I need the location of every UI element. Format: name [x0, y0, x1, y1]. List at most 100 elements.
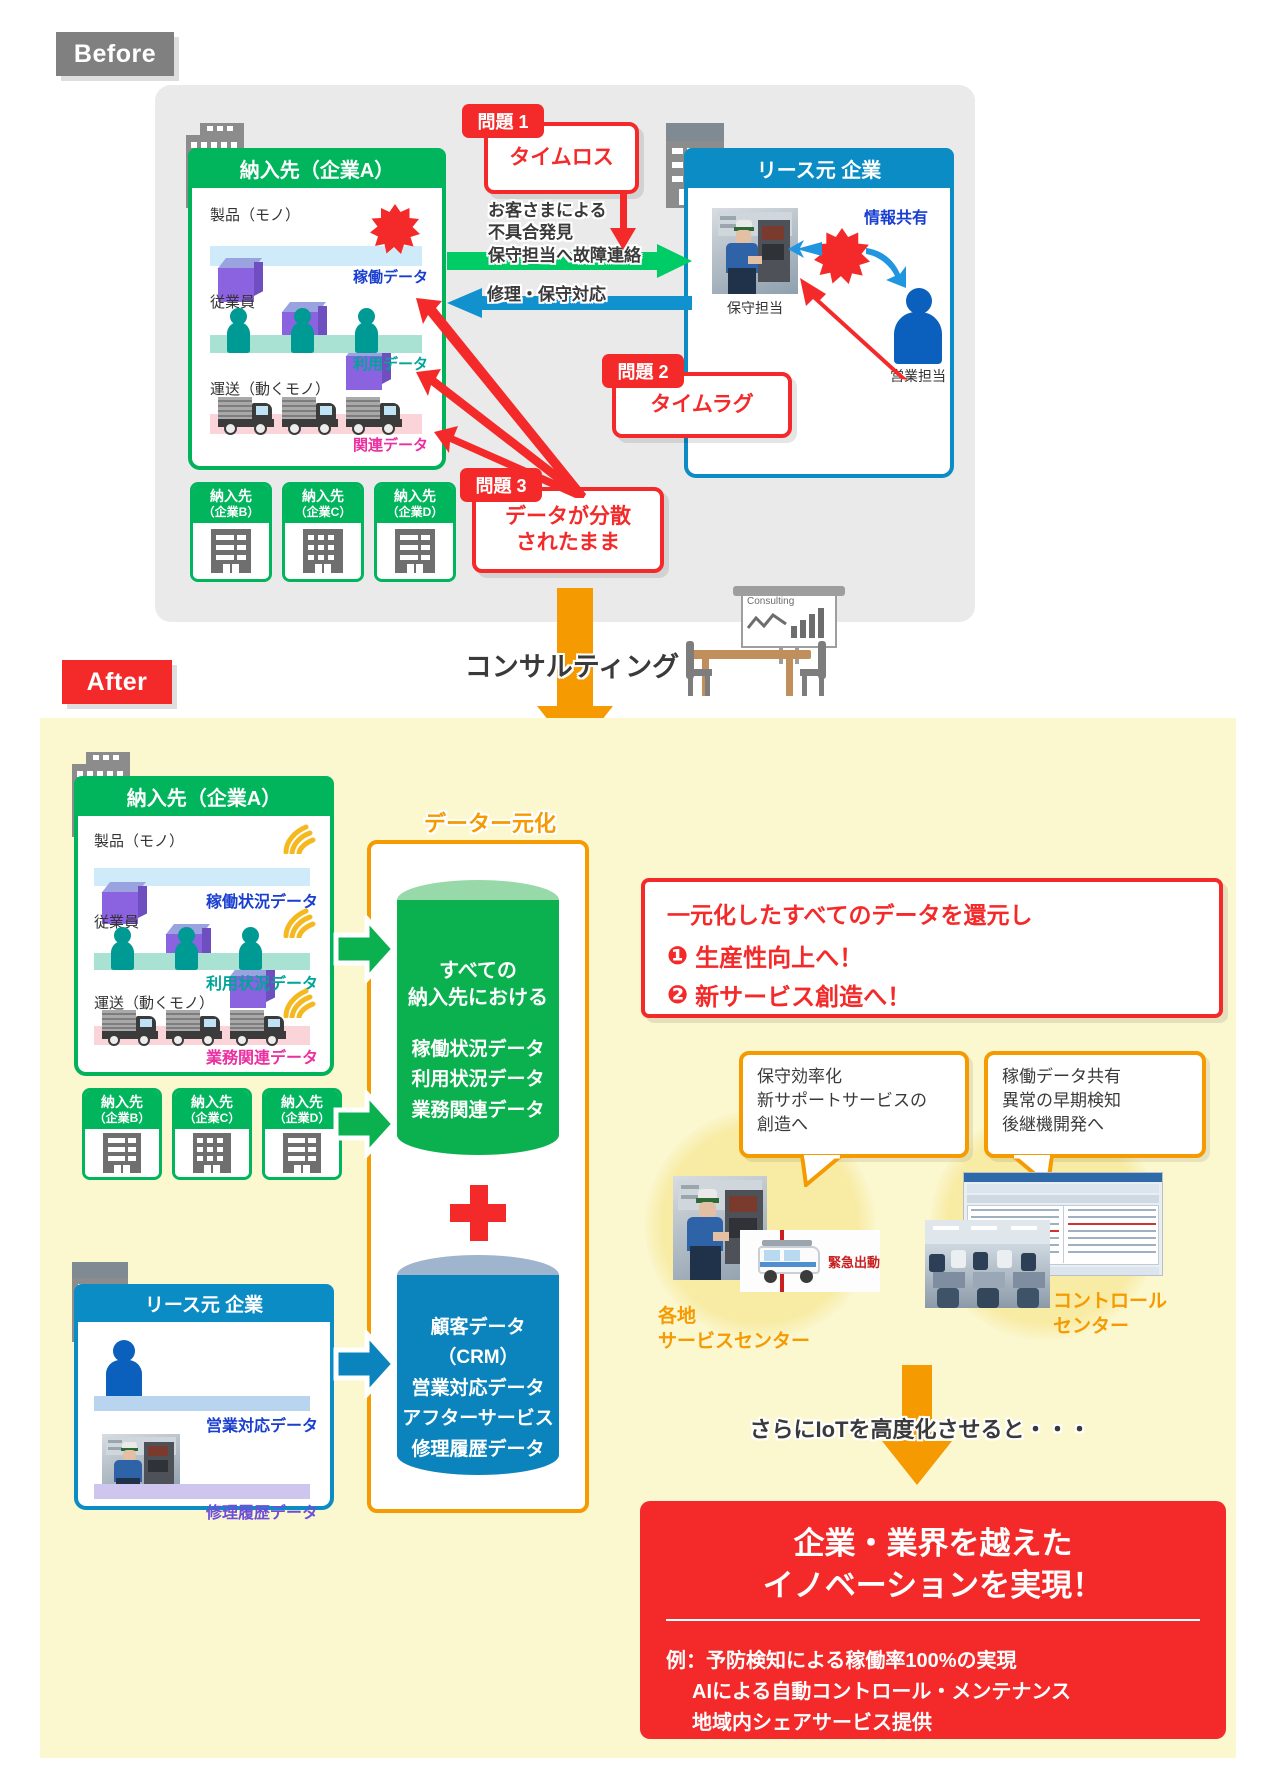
plus-symbol [450, 1185, 506, 1241]
final-examples: 例：予防検知による稼働率100%の実現 AIによる自動コントロール・メンテナンス… [666, 1646, 1200, 1739]
building-icon [395, 529, 435, 574]
before-row-transport-label: 運送（動くモノ） [210, 381, 331, 398]
chip-line2: （企業B） [202, 504, 260, 519]
before-label: Before [56, 32, 174, 76]
feed-arrow-customer [333, 915, 397, 983]
before-row-product-label: 製品（モノ） [210, 207, 301, 224]
note-service-line-3: 創造へ [757, 1115, 808, 1135]
consulting-chair-left-icon [686, 641, 712, 696]
problem-1-tag: 問題 1 [462, 104, 544, 138]
before-chip-company-b: 納入先 （企業B） [190, 482, 272, 582]
callout-point-1-number: ❶ [667, 941, 689, 970]
unify-title: データー元化 [423, 811, 556, 836]
consulting-label: コンサルティング [464, 652, 680, 682]
employee-figure [172, 927, 200, 970]
truck-icon [282, 397, 340, 435]
problem-2-pointer-arrow [800, 278, 908, 380]
chip-line2: （企業C） [183, 1110, 241, 1125]
chip-line2: （企業D） [386, 504, 444, 519]
after-lessor-datalabel-1: 営業対応データ [205, 1418, 318, 1435]
cyl-blue-item-4: 修理履歴データ [411, 1438, 545, 1460]
after-customer-card: 納入先（企業A） 製品（モノ） 稼働状況データ 従業員 利用状況データ 運送（動… [74, 776, 334, 1076]
employee-figure [108, 927, 136, 970]
after-row-transport-datalabel: 業務関連データ [205, 1050, 318, 1067]
consulting-chair-right-icon [800, 641, 826, 696]
repair-history-photo [102, 1434, 180, 1490]
final-title-line-1: 企業・業界を越えた [793, 1526, 1073, 1561]
chip-line1: 納入先 [101, 1094, 143, 1110]
service-center-caption-1: 各地 [658, 1306, 697, 1327]
building-icon [211, 529, 251, 574]
chip-line2: （企業C） [294, 504, 352, 519]
before-info-share-label: 情報共有 [863, 210, 928, 227]
escalation-label: さらにIoTを高度化させると・・・ [749, 1417, 1091, 1442]
chip-line1: 納入先 [191, 1094, 233, 1110]
final-example-line-1: 例：予防検知による稼働率100%の実現 [666, 1650, 1017, 1673]
note-service-line-1: 保守効率化 [757, 1067, 842, 1086]
problem-2-tag: 問題 2 [602, 354, 684, 388]
before-customer-card: 納入先（企業A） 製品（モノ） 稼働データ 従業員 利用データ 運送（動くモノ） [188, 148, 446, 470]
note-control-line-3: 後継機開発へ [1002, 1115, 1104, 1135]
after-lessor-datalabel-2: 修理履歴データ [205, 1505, 318, 1522]
wifi-signal-icon [283, 824, 316, 854]
emergency-vehicle-photo: 緊急出動 [740, 1230, 880, 1292]
final-divider [666, 1619, 1200, 1621]
before-customer-header: 納入先（企業A） [188, 148, 446, 188]
feed-arrow-lessor [333, 1330, 397, 1398]
chip-line1: 納入先 [210, 488, 252, 504]
cyl-blue-item-2: 営業対応データ [411, 1377, 545, 1399]
callout-headline: 一元化したすべてのデータを還元し [667, 902, 1033, 928]
callout-point-2-text: 新サービス創造へ！ [695, 984, 912, 1011]
cyl-blue-item-3: アフターサービス [402, 1408, 554, 1430]
after-chip-company-c: 納入先 （企業C） [172, 1088, 252, 1180]
final-title: 企業・業界を越えた イノベーションを実現！ [666, 1523, 1200, 1606]
control-center-caption-1: コントロール [1053, 1291, 1168, 1312]
problem-3-line-1: データが分散 [505, 504, 631, 528]
after-lessor-band-1 [94, 1396, 310, 1411]
after-customer-header: 納入先（企業A） [74, 776, 334, 816]
after-lessor-band-2 [94, 1484, 310, 1499]
employee-figure [236, 927, 264, 970]
wifi-signal-icon [283, 908, 316, 938]
consulting-whiteboard-icon: Consulting [733, 586, 845, 664]
before-row-product-datalabel: 稼働データ [352, 269, 428, 286]
problem-1-pointer-arrow [610, 190, 636, 250]
note-box-service-tail [800, 1155, 844, 1187]
final-result-box: 企業・業界を越えた イノベーションを実現！ 例：予防検知による稼働率100%の実… [640, 1501, 1226, 1739]
cyl-blue-item-1: 顧客データ（CRM） [430, 1317, 526, 1369]
control-center-caption-2: センター [1053, 1315, 1130, 1337]
feed-arrow-chips [333, 1090, 397, 1158]
after-lessor-card: リース元 企業 営業対応データ 修理履歴データ [74, 1284, 334, 1522]
problem-3-line-2: されたまま [515, 531, 621, 554]
employee-figure [352, 308, 380, 353]
chip-line2: （企業B） [93, 1110, 151, 1125]
before-chip-company-c: 納入先 （企業C） [282, 482, 364, 582]
sales-person-figure [104, 1340, 144, 1398]
cyl-green-item-3: 業務関連データ [411, 1099, 545, 1121]
employee-figure [224, 308, 252, 353]
cyl-green-head-2: 納入先における [408, 987, 548, 1009]
building-icon [303, 529, 343, 574]
callout-point-1-text: 生産性向上へ！ [695, 945, 864, 972]
problem-3-tag: 問題 3 [460, 468, 542, 502]
wifi-signal-icon [283, 988, 316, 1018]
cyl-green-item-2: 利用状況データ [411, 1069, 545, 1091]
final-title-line-2: イノベーションを実現！ [762, 1567, 1104, 1603]
cyl-green-item-1: 稼働状況データ [411, 1039, 545, 1060]
employee-figure [288, 308, 316, 353]
truck-icon [102, 1010, 160, 1046]
chip-line1: 納入先 [281, 1094, 323, 1110]
note-box-control: 稼働データ共有 異常の早期検知 後継機開発へ [984, 1051, 1206, 1158]
control-center-photo [925, 1220, 1050, 1308]
note-service-line-2: 新サポートサービスの [757, 1091, 927, 1111]
cyl-green-head-1: すべての [439, 960, 517, 982]
before-lessor-header: リース元 企業 [684, 148, 954, 188]
truck-icon [230, 1010, 288, 1046]
emergency-label: 緊急出動 [828, 1255, 880, 1270]
after-chip-company-b: 納入先 （企業B） [82, 1088, 162, 1180]
note-control-line-1: 稼働データ共有 [1002, 1067, 1121, 1086]
after-callout-box: 一元化したすべてのデータを還元し ❶ 生産性向上へ！ ❷ 新サービス創造へ！ [641, 878, 1223, 1018]
truck-icon [166, 1010, 224, 1046]
note-control-line-2: 異常の早期検知 [1002, 1091, 1121, 1111]
chip-line2: （企業D） [273, 1110, 331, 1125]
